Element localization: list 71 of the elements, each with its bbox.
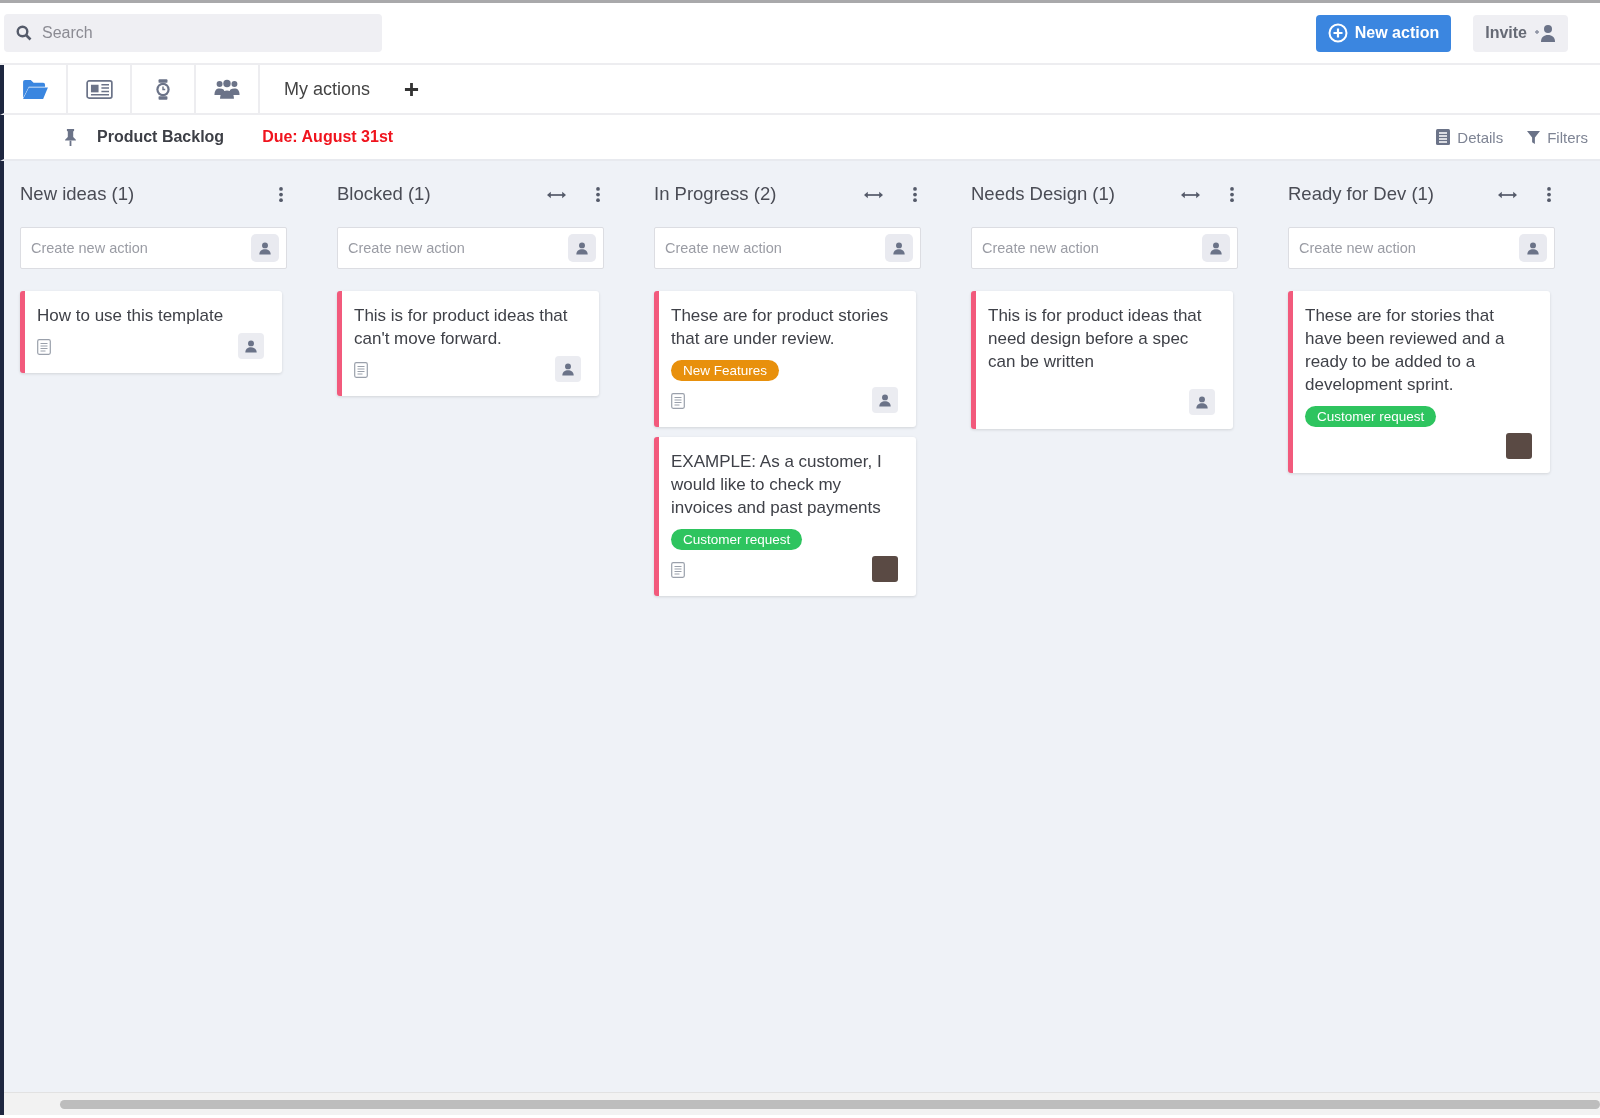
person-icon	[1209, 241, 1223, 255]
newspaper-icon[interactable]	[85, 79, 113, 99]
details-button[interactable]: Details	[1436, 128, 1504, 146]
assignee-button[interactable]	[251, 234, 279, 262]
folder-icon[interactable]	[21, 78, 49, 100]
person-icon	[561, 362, 575, 376]
document-icon	[1436, 129, 1451, 145]
more-icon[interactable]	[1547, 186, 1551, 202]
person-icon	[1195, 395, 1209, 409]
more-icon[interactable]	[913, 186, 917, 202]
assignee-button[interactable]	[1189, 389, 1215, 415]
assignee-button[interactable]	[568, 234, 596, 262]
action-card[interactable]: These are for product stories that are under review. New Features	[654, 291, 916, 427]
create-action-field[interactable]: Create new action	[971, 227, 1238, 269]
new-action-button[interactable]: New action	[1315, 14, 1452, 52]
resize-icon[interactable]	[1498, 191, 1517, 199]
card-title: These are for stories that have been reviewed and a ready to be added to a development sprint.	[1305, 305, 1506, 396]
tag: New Features	[671, 360, 780, 381]
card-title: These are for product stories that are under review.	[671, 305, 890, 350]
create-action-field[interactable]: Create new action	[1288, 227, 1555, 269]
column-title: Ready for Dev (1)	[1288, 183, 1435, 205]
create-action-field[interactable]: Create new action	[337, 227, 604, 269]
column-title: New ideas (1)	[20, 183, 136, 205]
due-date: Due: August 31st	[262, 128, 394, 146]
person-icon	[575, 241, 589, 255]
project-title: Product Backlog	[97, 128, 225, 146]
search-field[interactable]: Search	[4, 14, 382, 52]
assignee-button[interactable]	[1519, 234, 1547, 262]
column-title: Needs Design (1)	[971, 183, 1116, 205]
plus-icon[interactable]	[404, 81, 420, 97]
create-action-field[interactable]: Create new action	[654, 227, 921, 269]
assignee-button[interactable]	[885, 234, 913, 262]
create-action-field[interactable]: Create new action	[20, 227, 287, 269]
column-title: In Progress (2)	[654, 183, 778, 205]
invite-button[interactable]: Invite	[1473, 14, 1568, 52]
add-circle-icon	[1327, 23, 1348, 43]
assignee-button[interactable]	[1202, 234, 1230, 262]
action-card[interactable]: This is for product ideas that need design before a spec can be written	[971, 291, 1233, 429]
team-icon[interactable]	[214, 78, 240, 100]
scrollbar-thumb[interactable]	[60, 1099, 1600, 1109]
action-card[interactable]: This is for product ideas that can't move forward.	[337, 291, 599, 396]
add-person-icon	[1534, 24, 1556, 42]
filter-icon	[1527, 130, 1541, 144]
action-card[interactable]: EXAMPLE: As a customer, I would like to check my invoices and past payments Customer request	[654, 437, 916, 596]
stopwatch-icon[interactable]	[155, 77, 171, 101]
tag: Customer request	[1305, 406, 1437, 427]
more-icon[interactable]	[596, 186, 600, 202]
person-icon	[892, 241, 906, 255]
resize-icon[interactable]	[547, 191, 566, 199]
person-icon	[878, 393, 892, 407]
resize-icon[interactable]	[1181, 191, 1200, 199]
filters-button[interactable]: Filters	[1527, 128, 1588, 146]
tag: Customer request	[671, 529, 803, 550]
person-icon	[1526, 241, 1540, 255]
search-icon	[16, 25, 32, 41]
action-card[interactable]: How to use this template	[20, 291, 282, 373]
card-title: How to use this template	[37, 305, 225, 327]
resize-icon[interactable]	[864, 191, 883, 199]
assignee-button[interactable]	[555, 356, 581, 382]
more-icon[interactable]	[1230, 186, 1234, 202]
person-icon	[244, 339, 258, 353]
pin-icon[interactable]	[64, 128, 77, 146]
more-icon[interactable]	[279, 186, 283, 202]
card-title: This is for product ideas that need design before a spec can be written	[988, 305, 1203, 373]
column-title: Blocked (1)	[337, 183, 432, 205]
assignee-button[interactable]	[872, 387, 898, 413]
card-title: EXAMPLE: As a customer, I would like to check my invoices and past payments	[671, 451, 883, 519]
card-title: This is for product ideas that can't move forward.	[354, 305, 569, 350]
person-icon	[258, 241, 272, 255]
assignee-button[interactable]	[238, 333, 264, 359]
action-card[interactable]: These are for stories that have been reviewed and a ready to be added to a development sprint. Customer request	[1288, 291, 1550, 473]
